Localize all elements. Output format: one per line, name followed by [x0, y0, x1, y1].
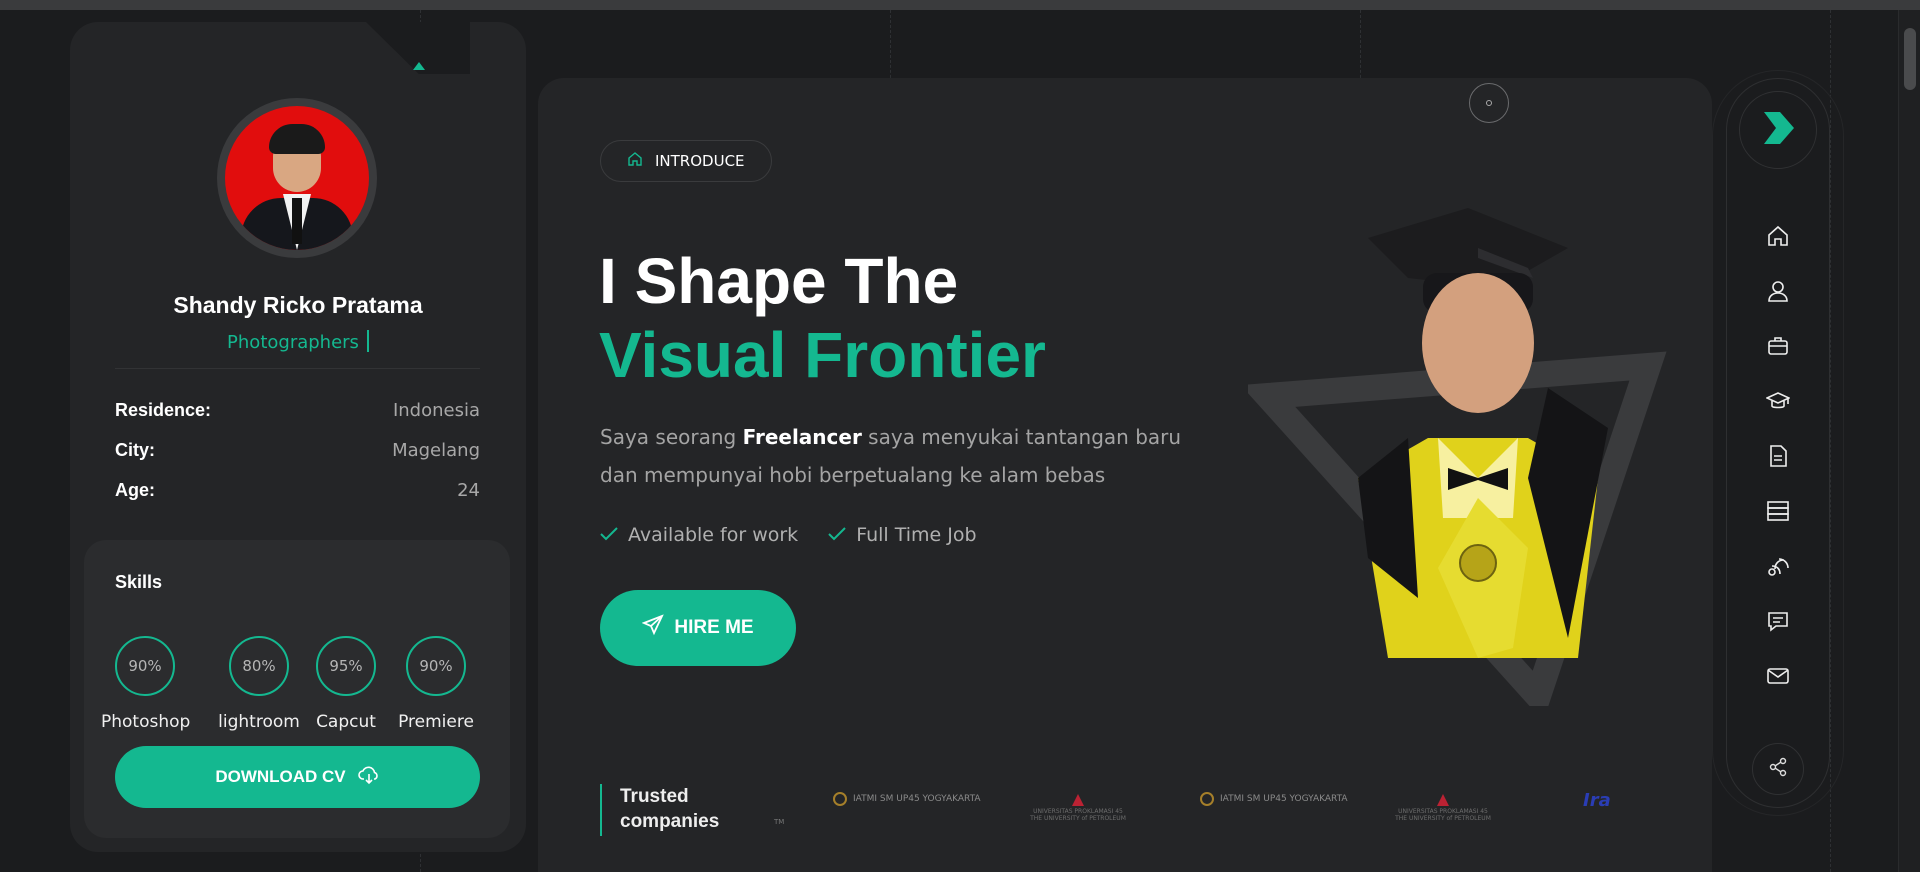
headline-line-1: I Shape The — [599, 245, 959, 317]
briefcase-icon[interactable] — [1765, 333, 1791, 359]
brand-logo-button[interactable] — [1739, 91, 1817, 169]
company-logo-iatmi[interactable]: IATMI SM UP45 YOGYAKARTA — [1200, 792, 1348, 806]
chat-icon[interactable] — [1765, 608, 1791, 634]
logo-text: THE UNIVERSITY of PETROLEUM — [1030, 815, 1126, 822]
introduce-chip: INTRODUCE — [600, 140, 772, 182]
decorative-circle — [1469, 83, 1509, 123]
cloud-download-icon — [357, 765, 380, 790]
skill-label: Capcut — [316, 712, 376, 732]
company-logo-ira[interactable]: Ira — [1583, 790, 1611, 811]
profile-card: Shandy Ricko Pratama Photographers Resid… — [70, 22, 526, 852]
card-notch — [366, 22, 470, 74]
typing-caret — [366, 330, 369, 352]
trademark: TM — [774, 818, 785, 826]
skill-label: Photoshop — [101, 712, 191, 732]
info-row-residence: Residence: Indonesia — [115, 400, 480, 421]
company-logo-up45[interactable]: UNIVERSITAS PROKLAMASI 45 THE UNIVERSITY … — [1018, 794, 1138, 822]
trusted-text: companies — [620, 811, 720, 832]
introduce-label: INTRODUCE — [655, 152, 745, 170]
hire-me-button[interactable]: HIRE ME — [600, 590, 796, 666]
badge-fulltime: Full Time Job — [828, 524, 977, 546]
profile-role: Photographers — [70, 330, 526, 353]
profile-name: Shandy Ricko Pratama — [173, 292, 423, 318]
info-row-city: City: Magelang — [115, 440, 480, 461]
skill-ring: 95% — [316, 636, 376, 696]
check-icon — [828, 524, 846, 546]
trusted-accent — [600, 784, 602, 836]
intro-description: Saya seorang Freelancer saya menyukai ta… — [600, 418, 1200, 494]
info-value: Indonesia — [392, 400, 480, 421]
blog-icon[interactable] — [1765, 553, 1791, 579]
logo-text: IATMI SM UP45 YOGYAKARTA — [1220, 794, 1348, 804]
skill-ring: 90% — [406, 636, 466, 696]
download-cv-label: DOWNLOAD CV — [215, 767, 346, 786]
skill-ring: 80% — [229, 636, 289, 696]
info-row-age: Age: 24 — [115, 480, 480, 501]
home-icon[interactable] — [1765, 223, 1791, 249]
trusted-text: Trusted — [620, 786, 689, 807]
chevron-logo-icon — [1758, 108, 1798, 152]
availability-badges: Available for work Full Time Job — [600, 524, 977, 546]
desc-highlight: Freelancer — [742, 425, 862, 449]
page-scrollbar[interactable] — [1898, 10, 1920, 872]
info-value: 24 — [457, 480, 480, 501]
avatar — [217, 98, 377, 258]
headline-line-2: Visual Frontier — [599, 319, 1046, 391]
trusted-companies-label: Trusted companies — [620, 784, 719, 834]
profile-role-text: Photographers — [227, 332, 359, 353]
hero-portrait — [1358, 208, 1608, 658]
side-nav — [1726, 78, 1830, 808]
divider — [115, 368, 480, 369]
info-key: Age: — [115, 480, 155, 500]
user-icon[interactable] — [1765, 278, 1791, 304]
share-button[interactable] — [1752, 743, 1804, 795]
document-icon[interactable] — [1765, 443, 1791, 469]
company-logo-up45[interactable]: UNIVERSITAS PROKLAMASI 45 THE UNIVERSITY … — [1383, 794, 1503, 822]
badge-label: Full Time Job — [856, 524, 977, 546]
send-icon — [642, 614, 665, 642]
skill-ring: 90% — [115, 636, 175, 696]
logo-text: IATMI SM UP45 YOGYAKARTA — [853, 794, 981, 804]
skill-premiere: 90% Premiere — [394, 636, 478, 732]
graduation-cap-icon[interactable] — [1765, 388, 1791, 414]
skills-panel: Skills 90% Photoshop 80% lightroom 95% C… — [84, 540, 510, 838]
skill-label: lightroom — [218, 712, 300, 732]
info-key: City: — [115, 440, 155, 460]
skills-title: Skills — [115, 572, 163, 592]
info-value: Magelang — [392, 440, 480, 461]
share-icon — [1768, 757, 1788, 781]
skill-capcut: 95% Capcut — [310, 636, 382, 732]
download-cv-button[interactable]: DOWNLOAD CV — [115, 746, 480, 808]
hire-me-label: HIRE ME — [674, 617, 754, 638]
home-icon — [627, 151, 643, 171]
skill-photoshop: 90% Photoshop — [101, 636, 191, 732]
logo-text: UNIVERSITAS PROKLAMASI 45 — [1398, 808, 1488, 815]
check-icon — [600, 524, 618, 546]
skill-lightroom: 80% lightroom — [215, 636, 303, 732]
scrollbar-thumb[interactable] — [1904, 28, 1916, 90]
skill-label: Premiere — [398, 712, 474, 732]
badge-available: Available for work — [600, 524, 798, 546]
badge-label: Available for work — [628, 524, 799, 546]
hero-section: INTRODUCE I Shape The Visual Frontier Sa… — [538, 78, 1712, 872]
desc-text: Saya seorang — [600, 425, 743, 449]
mail-icon[interactable] — [1765, 663, 1791, 689]
logo-text: THE UNIVERSITY of PETROLEUM — [1395, 815, 1491, 822]
company-logo-iatmi[interactable]: IATMI SM UP45 YOGYAKARTA — [833, 792, 981, 806]
info-key: Residence: — [115, 400, 212, 420]
logo-text: UNIVERSITAS PROKLAMASI 45 — [1033, 808, 1123, 815]
browser-top-bar — [0, 0, 1920, 10]
server-icon[interactable] — [1765, 498, 1791, 524]
